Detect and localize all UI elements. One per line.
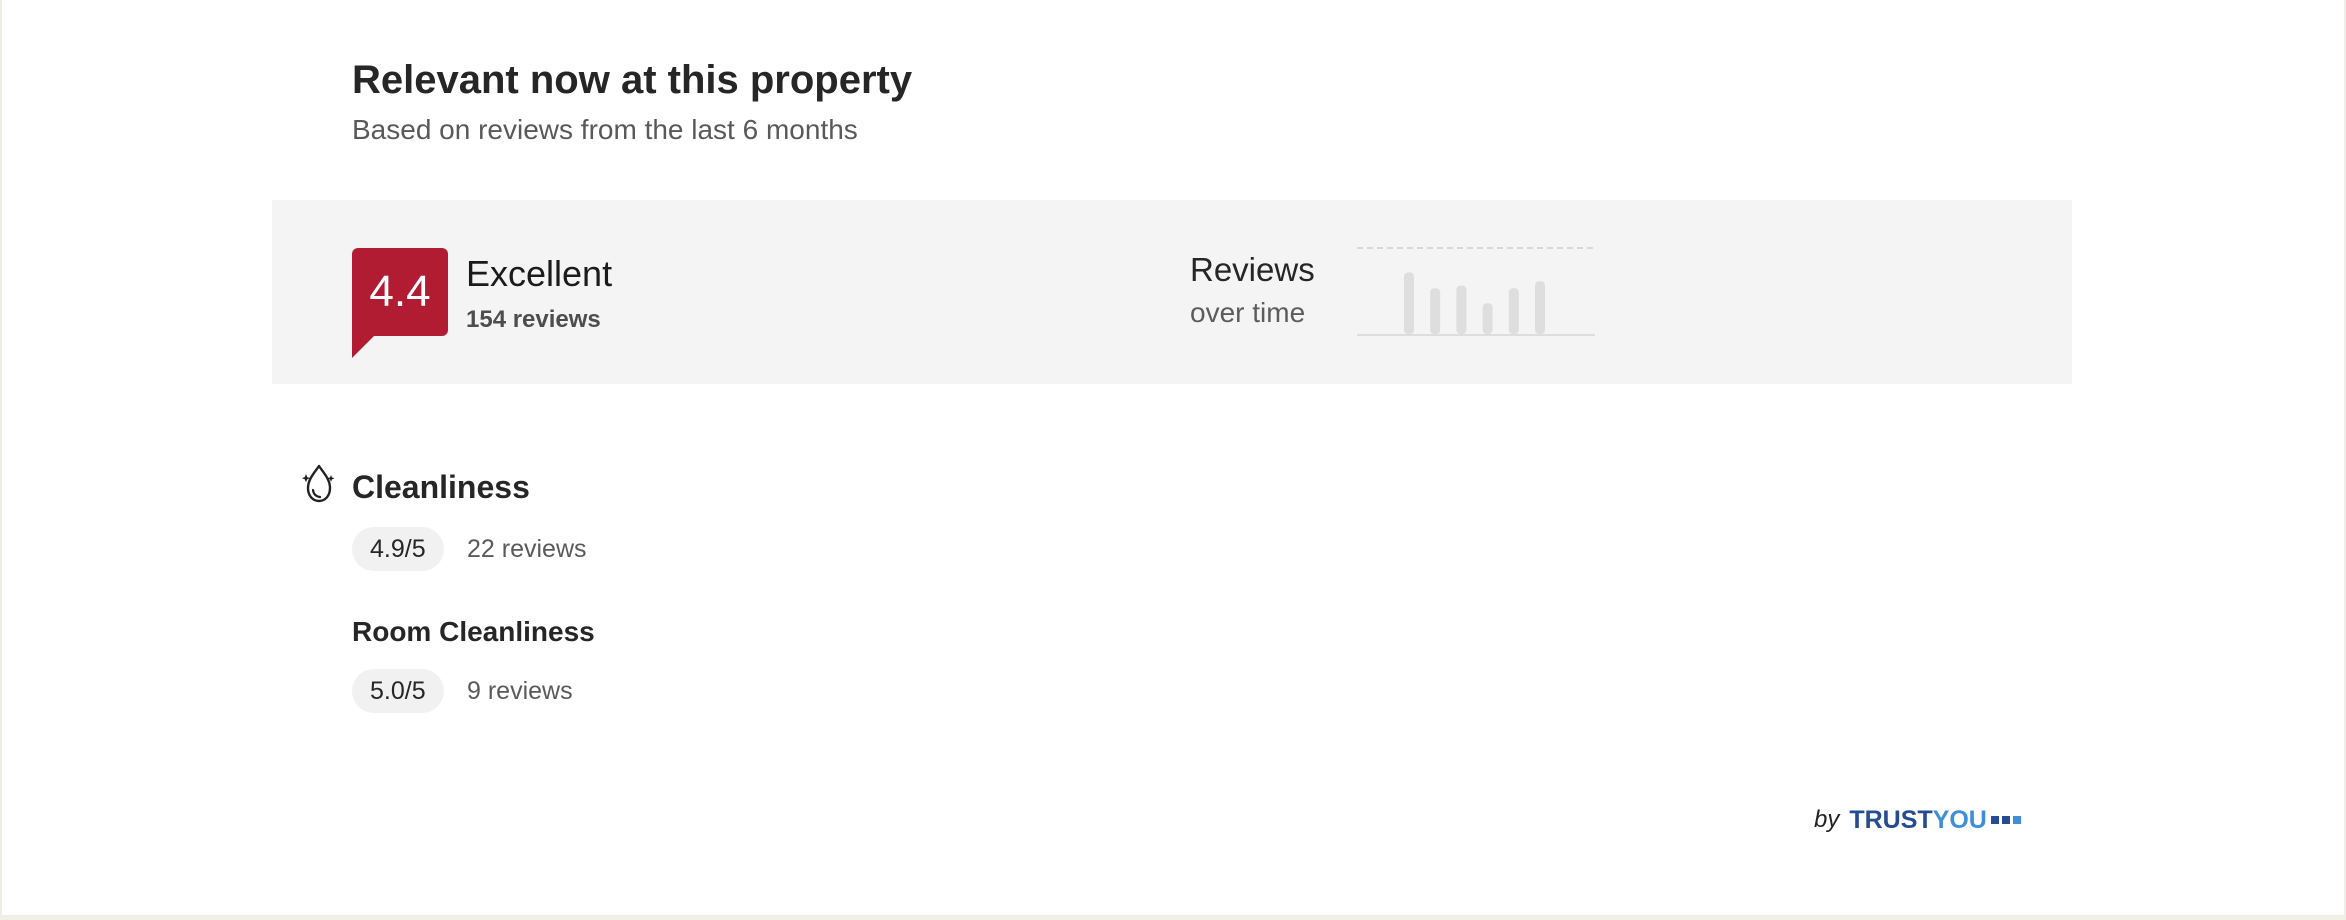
subcategory-score-room-cleanliness: 5.0/5 (352, 669, 444, 713)
summary-band: 4.4 Excellent 154 reviews Reviews over t… (272, 200, 2072, 384)
reviews-card: Relevant now at this property Based on r… (2, 0, 2344, 915)
section-title: Relevant now at this property (352, 58, 913, 102)
trend-bar-3 (1456, 285, 1467, 334)
reviews-over-time-title: Reviews (1190, 251, 1315, 288)
rating-review-count: 154 reviews (466, 306, 601, 333)
trend-bar-1 (1404, 272, 1414, 334)
trustyou-logo-trust: TRUST (1849, 806, 1933, 834)
subcategory-review-count-room-cleanliness: 9 reviews (467, 677, 573, 705)
category-title-cleanliness: Cleanliness (352, 469, 530, 505)
trustyou-logo-mark (1990, 816, 2021, 824)
trustyou-logo: TRUST YOU (1849, 802, 2022, 838)
sparkle-drop-icon (302, 464, 335, 503)
rating-label: Excellent (466, 253, 613, 294)
subcategory-title-room-cleanliness: Room Cleanliness (352, 616, 595, 647)
score-badge: 4.4 (352, 248, 448, 336)
reviews-over-time-chart (1357, 247, 1595, 336)
score-badge-tail (352, 334, 376, 358)
trend-bar-5 (1508, 288, 1519, 334)
category-score-cleanliness: 4.9/5 (352, 527, 444, 571)
trustyou-attribution: by TRUST YOU (1814, 800, 2022, 840)
category-review-count-cleanliness: 22 reviews (467, 535, 587, 563)
trend-bar-6 (1535, 281, 1545, 334)
trend-bar-2 (1430, 288, 1441, 334)
trend-bar-4 (1482, 303, 1493, 334)
trustyou-logo-you: YOU (1932, 806, 1987, 834)
attribution-by-label: by (1814, 806, 1840, 833)
section-subtitle: Based on reviews from the last 6 months (352, 114, 858, 145)
reviews-over-time-subtitle: over time (1190, 297, 1306, 328)
